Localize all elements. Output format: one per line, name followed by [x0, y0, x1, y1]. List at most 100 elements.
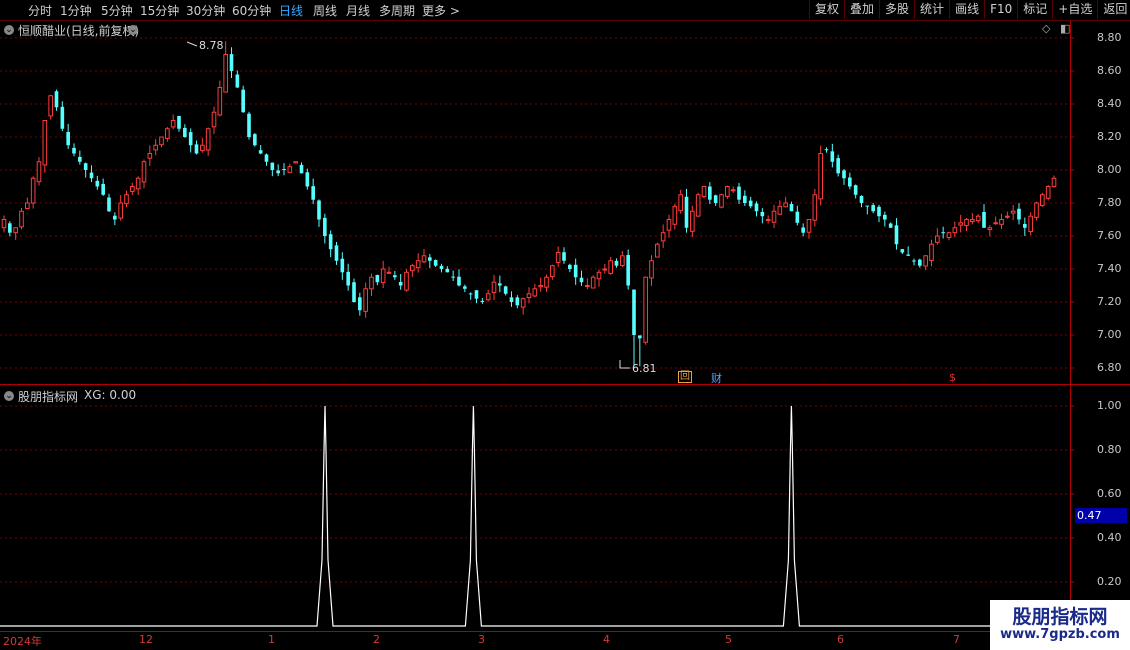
y-tick-label: 7.00: [1097, 328, 1122, 341]
panel-toggle-icon[interactable]: ◧: [1060, 22, 1070, 35]
candle-body-down: [638, 335, 642, 339]
candle-body-down: [1017, 208, 1021, 220]
candle-body-up: [999, 219, 1004, 225]
candle-body-down: [737, 186, 741, 200]
candle-body-down: [188, 132, 193, 146]
candle-body-up: [771, 210, 777, 223]
candle-body-down: [480, 300, 485, 302]
candle-body-down: [107, 197, 111, 212]
candle-body-down: [398, 281, 403, 286]
candle-body-down: [451, 276, 455, 278]
candle-body-up: [643, 276, 648, 343]
indicator-title: 股朋指标网: [18, 390, 79, 404]
candle-body-down: [113, 215, 117, 220]
candle-body-up: [1045, 186, 1051, 199]
candle-body-up: [655, 243, 660, 258]
candle-body-up: [223, 54, 228, 93]
candle-body-up: [701, 186, 707, 197]
review-marker[interactable]: 回: [678, 371, 692, 383]
candle-body-up: [777, 205, 783, 215]
candle-body-up: [695, 194, 701, 217]
candle-body-down: [183, 127, 187, 137]
candle-body-down: [78, 156, 82, 162]
candle-body-up: [1028, 215, 1033, 233]
x-label-month: 7: [953, 633, 960, 646]
candle-body-up: [725, 186, 730, 197]
candle-body-down: [894, 225, 899, 245]
candle-body-up: [649, 260, 654, 279]
candle-body-down: [684, 196, 689, 228]
candle-body-down: [468, 293, 473, 295]
candle-body-down: [859, 195, 864, 203]
indicator-y-tick-label: 0.60: [1097, 487, 1122, 500]
candle-body-down: [626, 254, 630, 286]
candle-body-up: [410, 265, 415, 272]
candle-body-down: [865, 205, 870, 207]
indicator-y-tick-label: 1.00: [1097, 399, 1122, 412]
candle-body-up: [660, 232, 666, 242]
low-pointer: [619, 360, 630, 369]
y-tick-label: 7.80: [1097, 196, 1122, 209]
candle-body-up: [690, 210, 695, 232]
candle-body-up: [590, 276, 596, 289]
watermark-url: www.7gpzb.com: [1000, 627, 1120, 642]
dividend-marker[interactable]: $: [949, 371, 956, 384]
candle-body-up: [211, 111, 217, 128]
candle-body-down: [503, 286, 508, 294]
candle-body-down: [305, 172, 310, 187]
candle-body-down: [632, 289, 636, 335]
candle-body-up: [1040, 194, 1045, 206]
low-price-label: 6.81: [632, 362, 657, 375]
candle-body-up: [608, 260, 613, 274]
candle-body-up: [1034, 202, 1039, 218]
candle-body-down: [328, 234, 333, 250]
current-value-badge: 0.47: [1075, 508, 1127, 523]
candle-body-up: [596, 271, 602, 280]
high-pointer: [186, 41, 198, 47]
candle-body-up: [293, 161, 298, 164]
candle-body-down: [754, 203, 759, 212]
candle-body-up: [730, 189, 736, 192]
candle-body-down: [276, 170, 280, 174]
candle-body-down: [579, 277, 584, 283]
candle-body-down: [562, 252, 566, 261]
candle-body-up: [404, 271, 409, 291]
watermark-logo: 股朋指标网 www.7gpzb.com: [990, 600, 1130, 650]
candle-body-up: [585, 285, 590, 287]
y-tick-label: 8.00: [1097, 163, 1122, 176]
candle-body-up: [538, 285, 543, 288]
candle-body-down: [247, 113, 251, 137]
candle-body-up: [30, 177, 36, 204]
indicator-chevron-icon[interactable]: ⌄: [4, 391, 14, 401]
chart-canvas[interactable]: [0, 0, 1130, 650]
high-price-label: 8.78: [199, 39, 224, 52]
candle-body-up: [1, 219, 7, 229]
candle-body-down: [877, 206, 881, 217]
candle-body-up: [124, 194, 129, 205]
candle-body-up: [970, 219, 975, 223]
indicator-signal-line: [0, 405, 1060, 627]
finance-marker[interactable]: 财: [711, 370, 722, 386]
y-tick-label: 8.80: [1097, 31, 1122, 44]
candle-body-up: [491, 281, 497, 293]
candle-body-down: [836, 158, 840, 174]
candle-body-down: [317, 200, 321, 220]
candle-body-up: [602, 268, 608, 271]
candle-body-up: [36, 161, 42, 183]
chevron-down-icon[interactable]: ⌄: [4, 25, 14, 35]
candle-body-up: [25, 202, 30, 209]
candle-body-up: [485, 293, 491, 301]
indicator-y-tick-label: 0.20: [1097, 575, 1122, 588]
candle-body-up: [170, 120, 176, 128]
candle-body-down: [906, 254, 910, 256]
candle-body-down: [194, 144, 199, 154]
candle-body-up: [287, 166, 293, 173]
diamond-icon[interactable]: ◇: [1042, 22, 1050, 35]
candle-body-up: [532, 288, 538, 297]
candle-body-down: [334, 245, 339, 261]
candle-body-down: [340, 258, 345, 273]
candle-body-down: [270, 162, 275, 170]
settings-dropdown-icon[interactable]: ⌄: [128, 25, 138, 35]
candle-body-down: [83, 163, 88, 170]
candle-body-up: [141, 161, 147, 183]
